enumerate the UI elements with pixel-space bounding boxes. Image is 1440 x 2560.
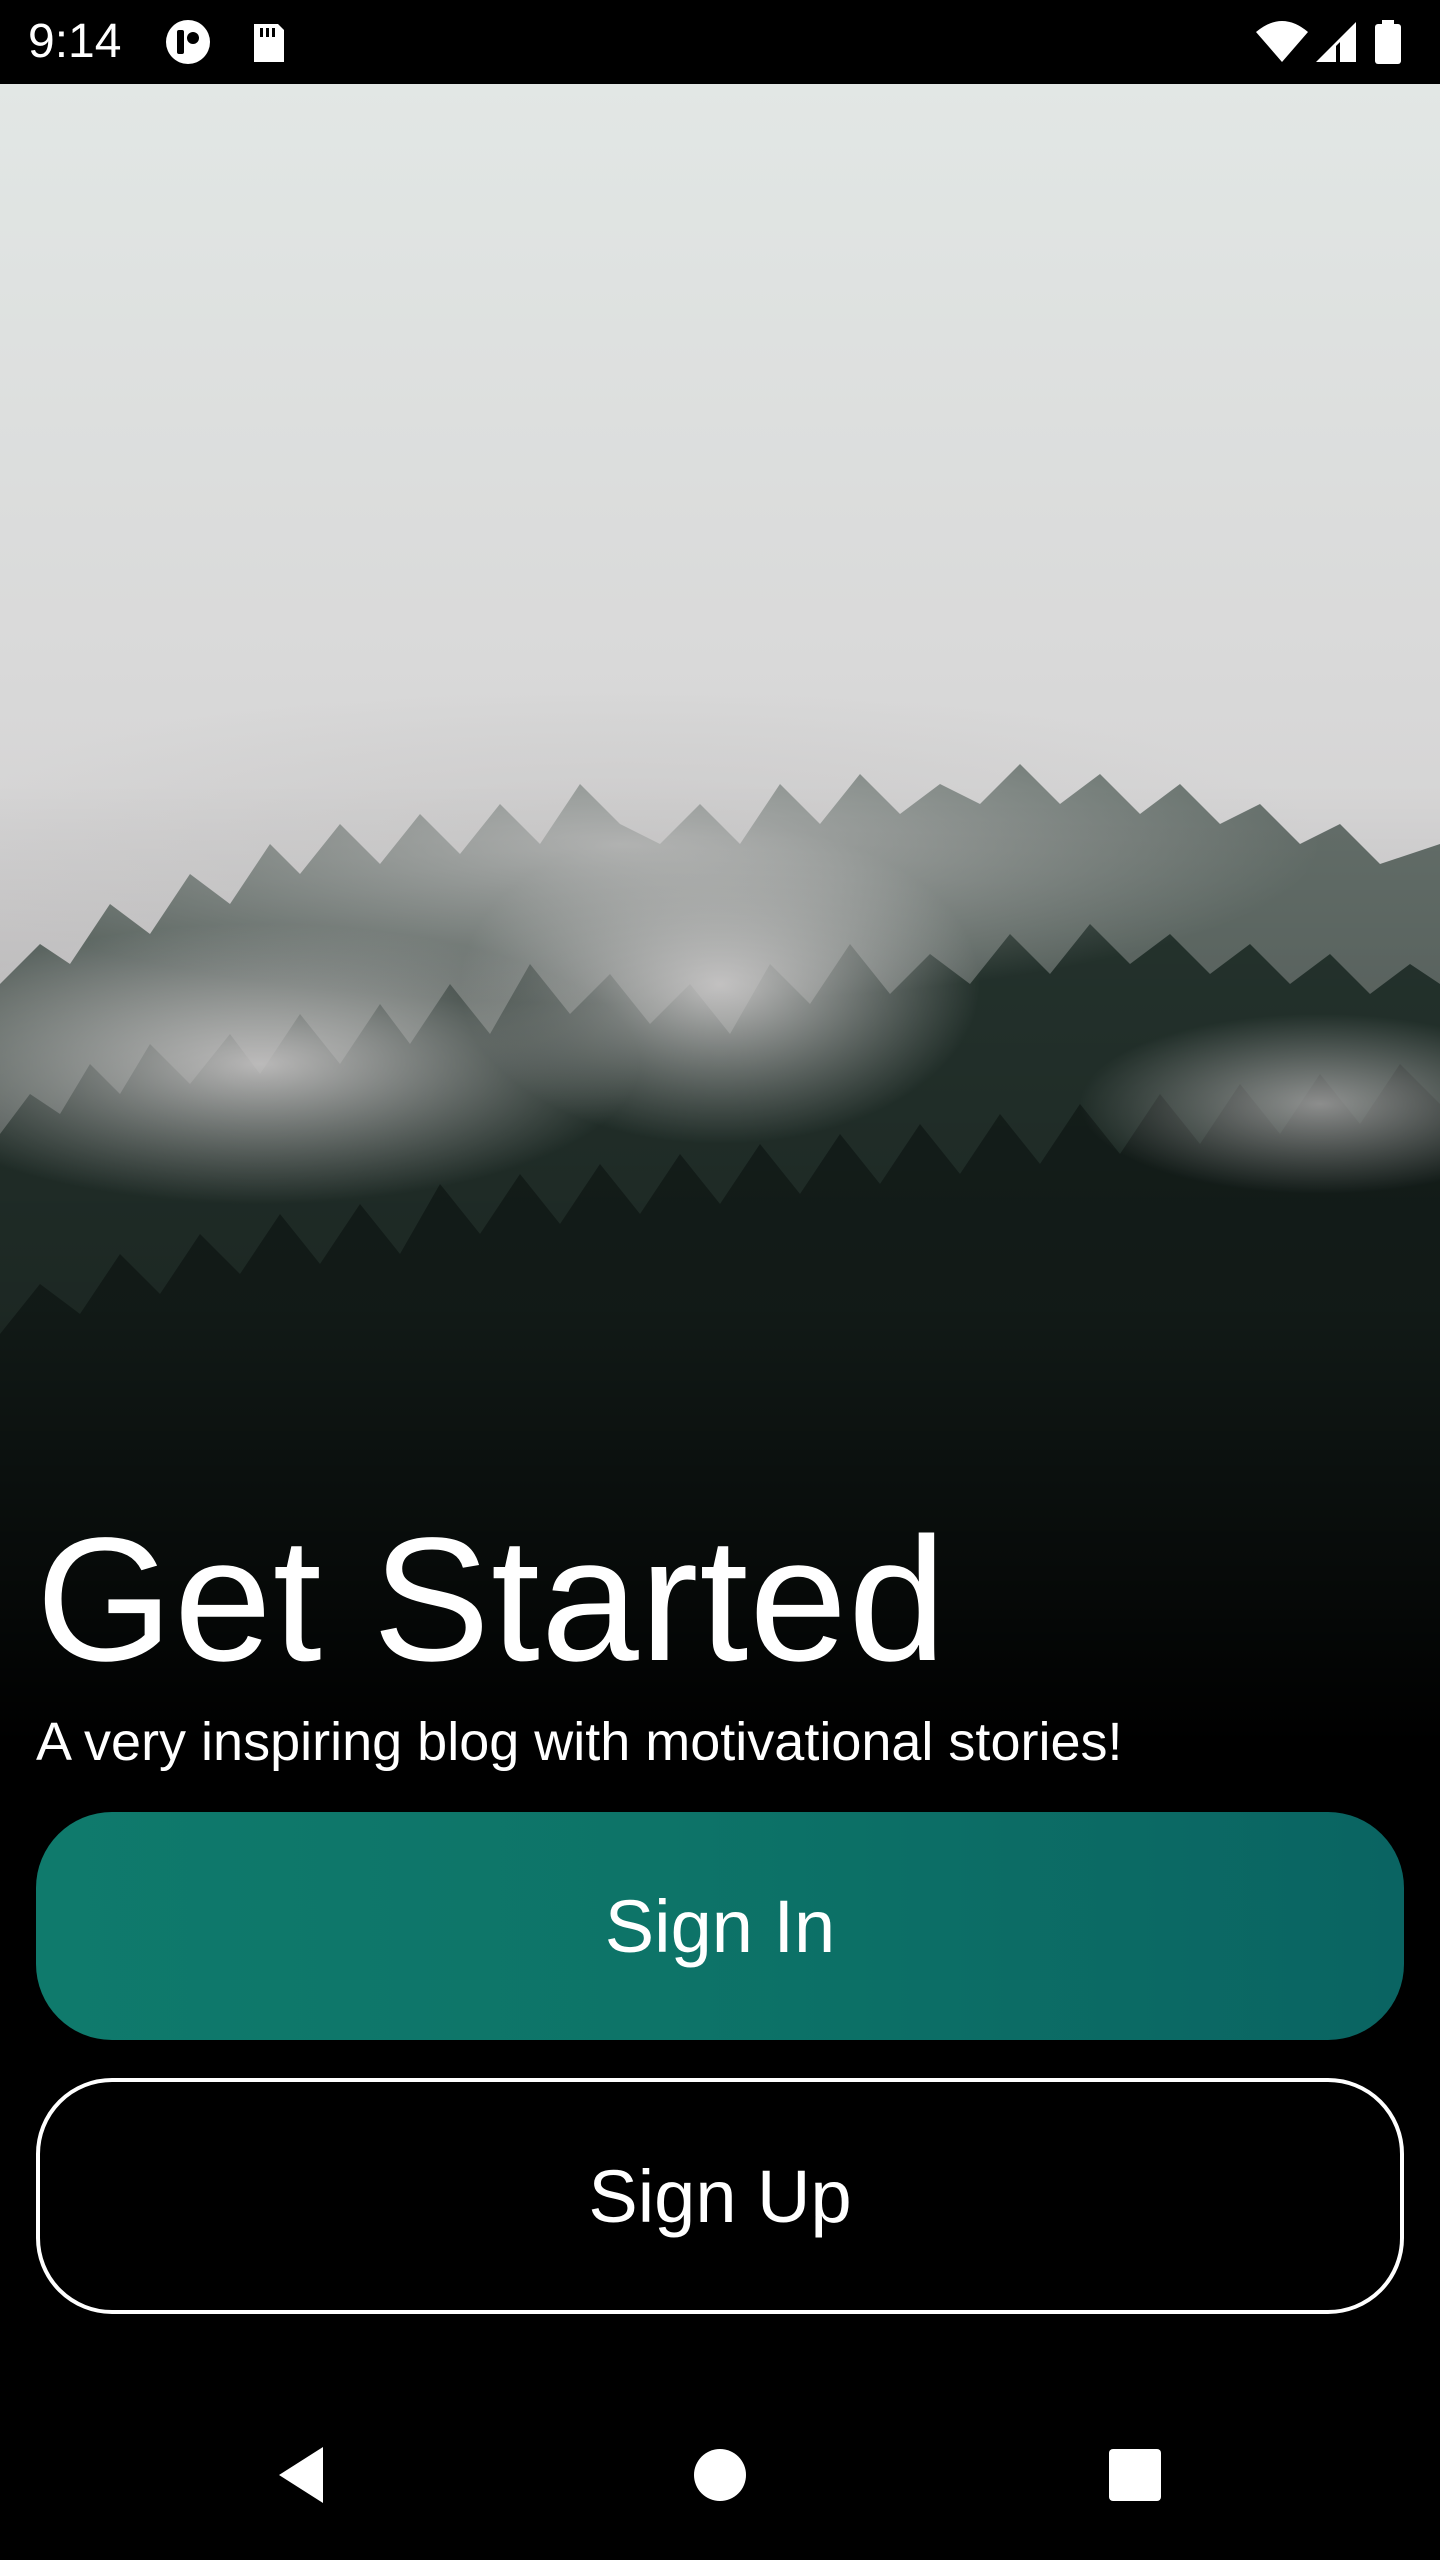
cell-signal-icon — [1310, 18, 1366, 66]
home-icon[interactable] — [675, 2430, 765, 2520]
system-navigation-bar — [0, 2390, 1440, 2560]
recents-icon[interactable] — [1090, 2430, 1180, 2520]
wifi-icon — [1254, 18, 1310, 66]
app-notification-icon — [160, 18, 216, 66]
sign-up-button[interactable]: Sign Up — [36, 2078, 1404, 2314]
hero-image — [0, 84, 1440, 1744]
sign-up-label: Sign Up — [588, 2154, 852, 2238]
sd-card-icon — [240, 18, 296, 66]
sign-in-button[interactable]: Sign In — [36, 1812, 1404, 2040]
status-bar: 9:14 — [0, 0, 1440, 84]
back-icon[interactable] — [256, 2430, 346, 2520]
page-title: Get Started — [36, 1502, 948, 1698]
status-time: 9:14 — [28, 15, 122, 68]
sign-in-label: Sign In — [604, 1884, 836, 1968]
battery-icon — [1370, 18, 1406, 66]
page-subtitle: A very inspiring blog with motivational … — [36, 1712, 1123, 1772]
